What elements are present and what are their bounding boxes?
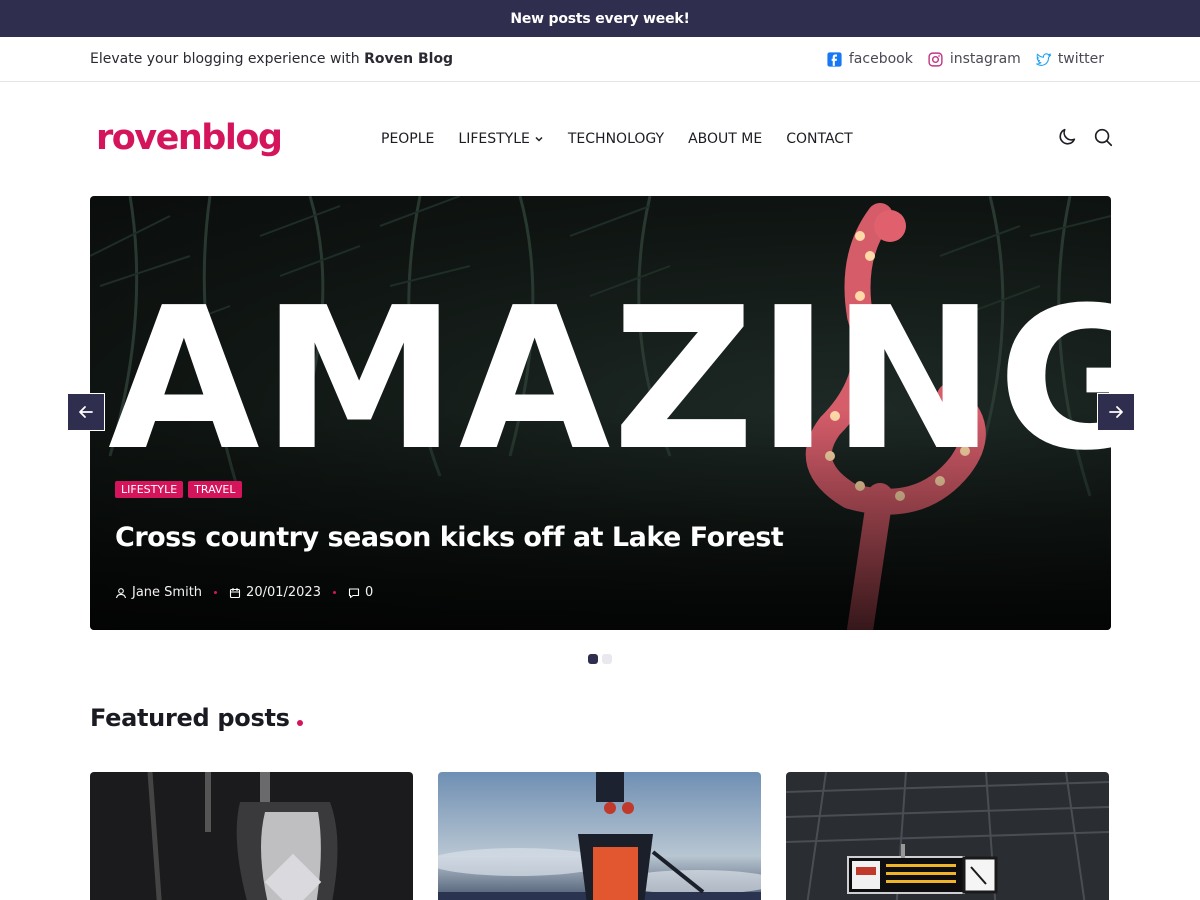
hero-slider[interactable]: AMAZING LIFESTYLE TRAVEL Cross country s… <box>90 196 1111 630</box>
calendar-icon <box>229 587 241 598</box>
nav-item-lifestyle[interactable]: LIFESTYLE <box>458 131 543 147</box>
post-author[interactable]: Jane Smith <box>115 585 202 600</box>
slider-dot-1[interactable] <box>588 654 598 664</box>
instagram-icon <box>928 51 943 67</box>
user-icon <box>115 587 127 598</box>
social-label-twitter: twitter <box>1057 51 1104 67</box>
social-link-instagram[interactable]: instagram <box>927 51 1021 68</box>
comment-count: 0 <box>364 585 374 600</box>
meta-separator <box>332 591 336 594</box>
nav-label-people: PEOPLE <box>381 131 435 147</box>
nav-label-lifestyle: LIFESTYLE <box>458 131 530 147</box>
date-text: 20/01/2023 <box>246 585 321 600</box>
hero-headline-word: AMAZING <box>108 266 1111 494</box>
main-nav: PEOPLE LIFESTYLE TECHNOLOGY ABOUT ME CON… <box>381 131 853 147</box>
hero-post-title[interactable]: Cross country season kicks off at Lake F… <box>115 522 784 553</box>
tagline-brand: Roven Blog <box>364 51 454 67</box>
nav-item-contact[interactable]: CONTACT <box>786 131 852 147</box>
site-header: rovenblog PEOPLE LIFESTYLE TECHNOLOGY AB… <box>0 82 1200 196</box>
author-name: Jane Smith <box>132 585 203 600</box>
nav-label-technology: TECHNOLOGY <box>567 131 665 147</box>
tagline: Elevate your blogging experience with Ro… <box>90 51 453 67</box>
nav-item-technology[interactable]: TECHNOLOGY <box>568 131 664 147</box>
social-label-facebook: facebook <box>848 51 913 67</box>
featured-post-card[interactable] <box>438 772 761 900</box>
search-icon[interactable] <box>1092 126 1114 148</box>
slider-prev-button[interactable] <box>67 393 105 431</box>
arrow-right-icon <box>1109 406 1123 418</box>
tagline-text: Elevate your blogging experience with <box>90 51 365 67</box>
featured-post-card[interactable] <box>90 772 413 900</box>
arrow-left-icon <box>79 406 93 418</box>
chevron-down-icon <box>535 136 543 142</box>
nav-item-about-me[interactable]: ABOUT ME <box>688 131 762 147</box>
post-date: 20/01/2023 <box>229 585 321 600</box>
social-label-instagram: instagram <box>949 51 1021 67</box>
slider-dot-2[interactable] <box>602 654 612 664</box>
meta-separator <box>214 591 218 594</box>
heading-accent-dot <box>296 720 303 726</box>
comment-icon <box>348 587 360 598</box>
tag-lifestyle[interactable]: LIFESTYLE <box>115 481 184 498</box>
social-link-twitter[interactable]: twitter <box>1035 51 1104 68</box>
featured-posts-title: Featured posts <box>90 704 290 732</box>
lantern-image <box>438 772 761 900</box>
social-link-facebook[interactable]: facebook <box>826 51 913 68</box>
featured-post-card[interactable] <box>786 772 1109 900</box>
facebook-icon <box>827 51 842 67</box>
twitter-icon <box>1035 52 1051 66</box>
social-links: facebook instagram twitter <box>826 51 1104 68</box>
announcement-text: New posts every week! <box>510 10 690 27</box>
header-actions <box>1056 126 1114 148</box>
featured-posts-list <box>90 772 1109 900</box>
nav-label-contact: CONTACT <box>786 131 853 147</box>
post-tags: LIFESTYLE TRAVEL <box>115 481 242 498</box>
moon-icon[interactable] <box>1056 126 1078 148</box>
announcement-bar: New posts every week! <box>0 0 1200 37</box>
tag-travel[interactable]: TRAVEL <box>188 481 242 498</box>
top-bar: Elevate your blogging experience with Ro… <box>0 37 1200 82</box>
slider-pagination <box>588 654 612 664</box>
featured-posts-heading: Featured posts <box>90 704 303 732</box>
site-logo[interactable]: rovenblog <box>96 118 283 158</box>
slider-next-button[interactable] <box>1097 393 1135 431</box>
nav-item-people[interactable]: PEOPLE <box>381 131 434 147</box>
post-meta: Jane Smith 20/01/2023 0 <box>115 585 373 600</box>
post-comments[interactable]: 0 <box>348 585 373 600</box>
station-image <box>786 772 1109 900</box>
microphone-image <box>90 772 413 900</box>
nav-label-about-me: ABOUT ME <box>688 131 763 147</box>
